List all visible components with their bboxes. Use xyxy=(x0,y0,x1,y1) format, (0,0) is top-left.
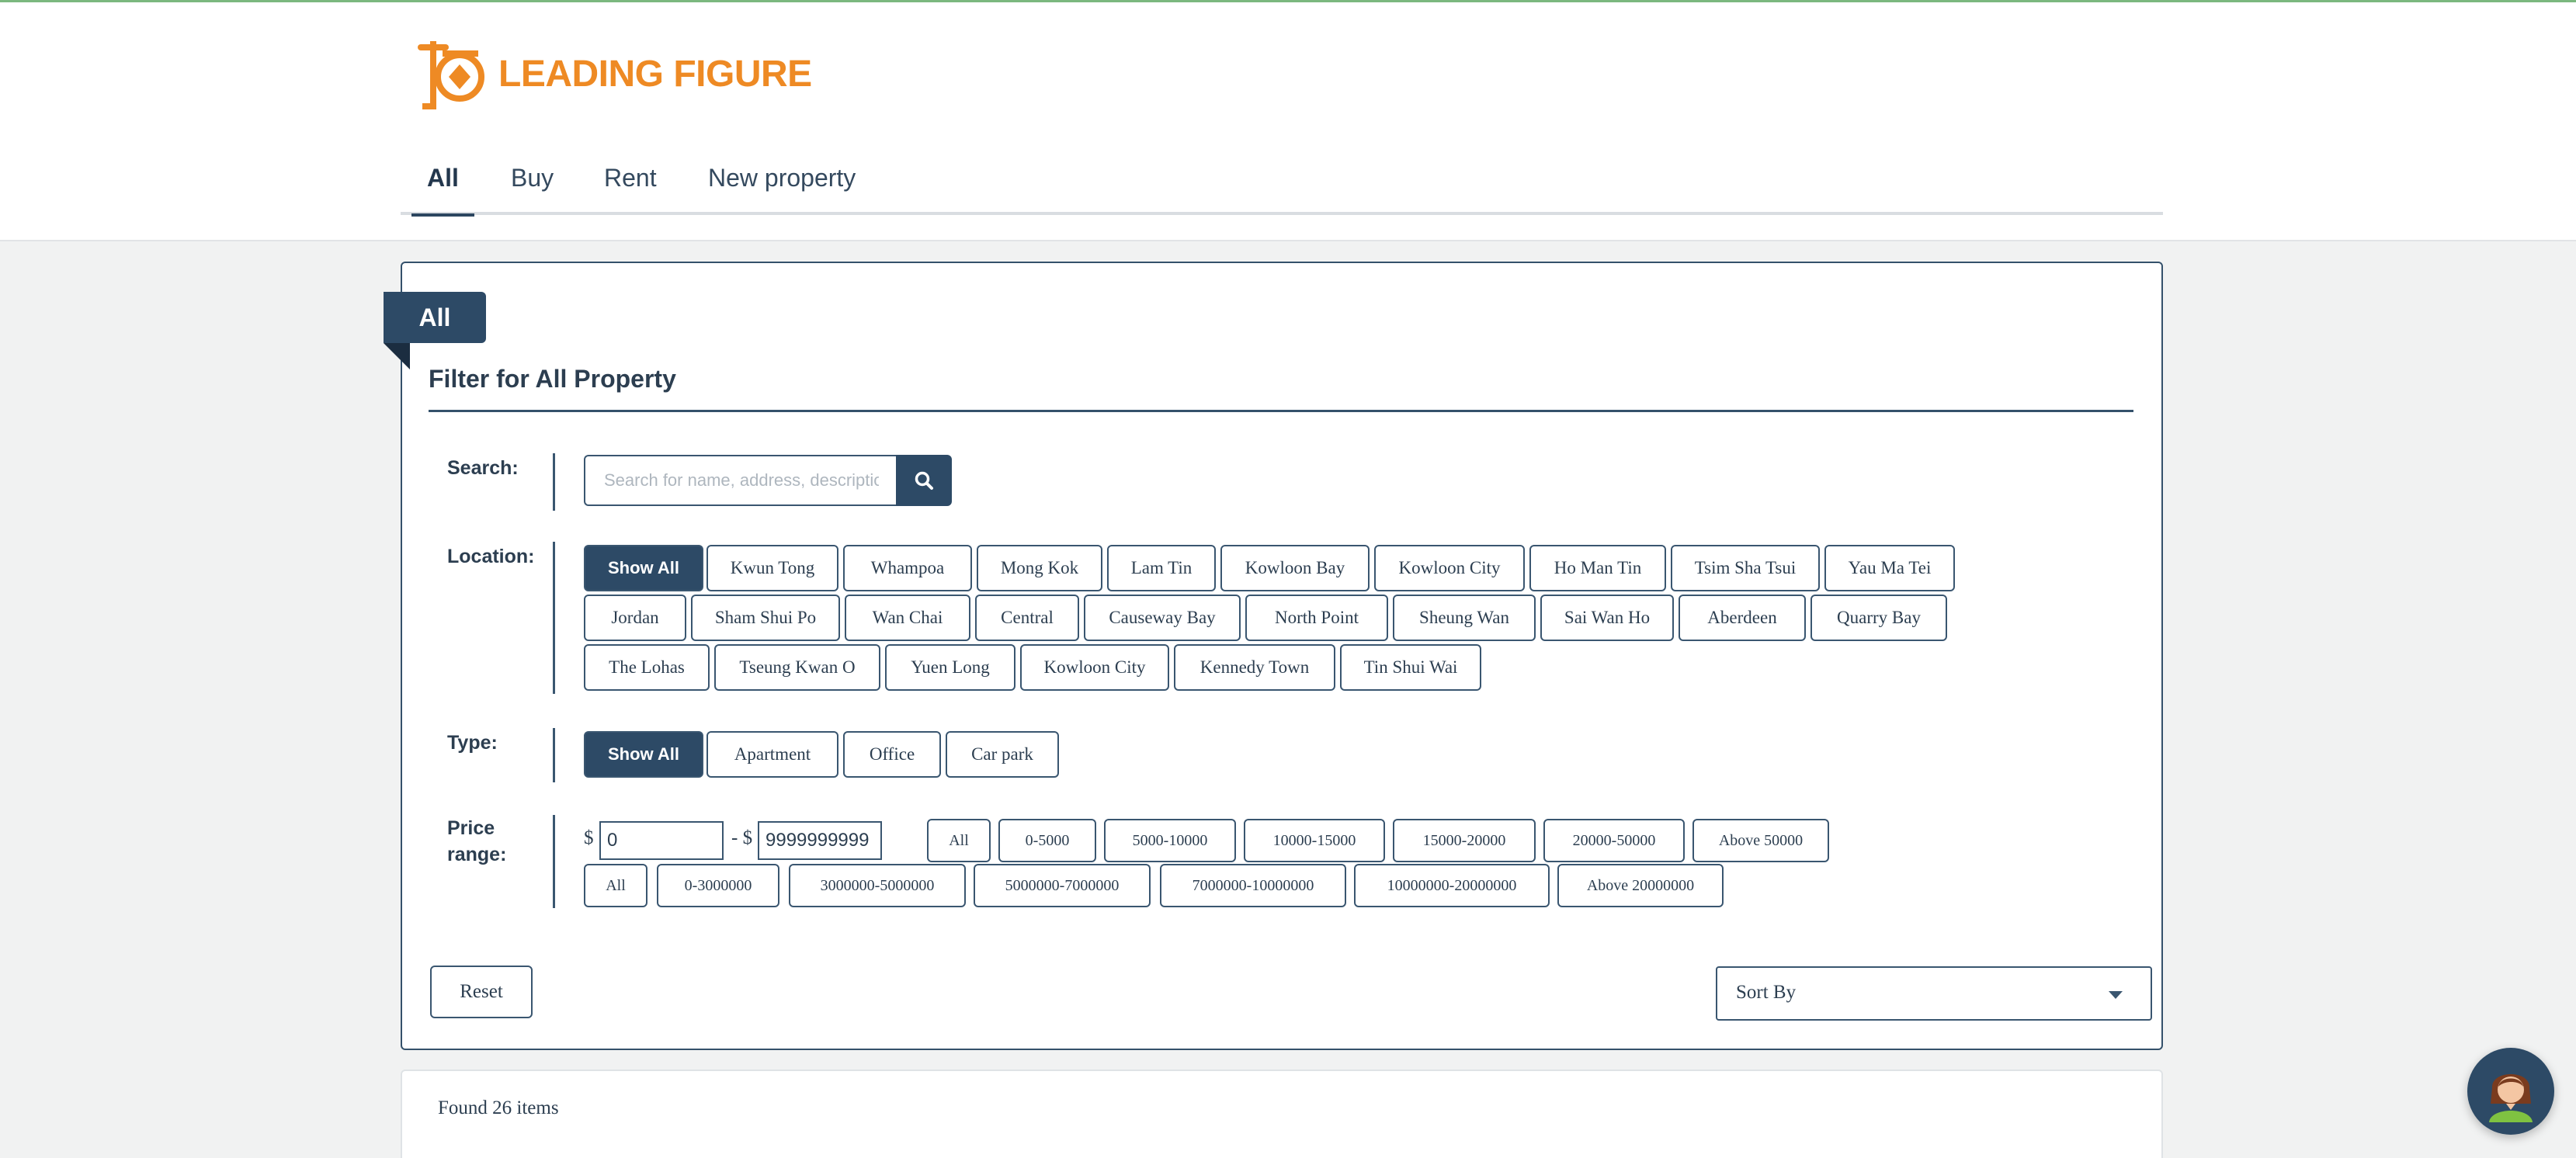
location-label: Location: xyxy=(447,546,535,567)
location-chip[interactable]: Lam Tin xyxy=(1107,545,1216,591)
location-chip[interactable]: Mong Kok xyxy=(977,545,1102,591)
buy-range-chip[interactable]: Above 20000000 xyxy=(1557,864,1724,907)
main-nav: All Buy Rent New property xyxy=(401,147,2163,217)
brand-name: LEADING FIGURE xyxy=(498,53,812,95)
type-divider xyxy=(553,728,555,782)
buy-range-chip[interactable]: 10000000-20000000 xyxy=(1354,864,1550,907)
location-chip[interactable]: Kowloon City xyxy=(1374,545,1525,591)
location-chip[interactable]: The Lohas xyxy=(584,644,710,691)
rent-range-chip[interactable]: 5000-10000 xyxy=(1104,819,1236,862)
type-label: Type: xyxy=(447,732,498,754)
filter-title: Filter for All Property xyxy=(429,365,676,393)
price-separator: - $ xyxy=(731,827,753,848)
sort-select-label: Sort By xyxy=(1736,982,1797,1003)
results-count: Found 26 items xyxy=(438,1097,559,1118)
price-max-input[interactable]: 9999999999 xyxy=(758,821,882,860)
location-chip[interactable]: Sheung Wan xyxy=(1393,595,1536,641)
location-chip[interactable]: Whampoa xyxy=(843,545,972,591)
title-divider xyxy=(429,410,2133,412)
buy-range-chip[interactable]: 7000000-10000000 xyxy=(1160,864,1346,907)
price-currency: $ xyxy=(584,827,594,848)
search-input[interactable] xyxy=(584,455,897,506)
location-chip[interactable]: Causeway Bay xyxy=(1084,595,1241,641)
location-chip[interactable]: Ho Man Tin xyxy=(1529,545,1666,591)
location-chip[interactable]: Jordan xyxy=(584,595,686,641)
sort-select[interactable]: Sort By xyxy=(1716,966,2152,1021)
location-chip[interactable]: Aberdeen xyxy=(1679,595,1806,641)
location-chip[interactable]: Show All xyxy=(584,545,703,591)
rent-range-chip[interactable]: 10000-15000 xyxy=(1244,819,1385,862)
rent-range-chip[interactable]: All xyxy=(927,819,991,862)
site-header: LEADING FIGURE All Buy Rent New property xyxy=(0,2,2576,241)
location-chip[interactable]: Central xyxy=(975,595,1079,641)
type-chip[interactable]: Car park xyxy=(946,731,1059,778)
tab-rent[interactable]: Rent xyxy=(604,164,657,212)
rent-range-chip[interactable]: 15000-20000 xyxy=(1393,819,1536,862)
location-divider xyxy=(553,542,555,694)
location-chip[interactable]: Tseung Kwan O xyxy=(714,644,880,691)
chevron-down-icon xyxy=(2109,991,2123,999)
location-chip[interactable]: Yau Ma Tei xyxy=(1824,545,1955,591)
search-button[interactable] xyxy=(896,455,952,506)
location-chip[interactable]: Kwun Tong xyxy=(706,545,838,591)
brand-logo-icon xyxy=(418,41,484,109)
type-chip[interactable]: Apartment xyxy=(706,731,838,778)
search-icon xyxy=(915,471,933,490)
location-chip[interactable]: Quarry Bay xyxy=(1810,595,1947,641)
chat-support-button[interactable] xyxy=(2467,1048,2554,1135)
location-chip[interactable]: Wan Chai xyxy=(845,595,970,641)
tab-buy[interactable]: Buy xyxy=(511,164,554,212)
buy-range-chip[interactable]: 5000000-7000000 xyxy=(974,864,1151,907)
buy-range-chip[interactable]: 3000000-5000000 xyxy=(789,864,966,907)
location-chip[interactable]: Yuen Long xyxy=(885,644,1015,691)
location-chip[interactable]: North Point xyxy=(1245,595,1388,641)
location-chip[interactable]: Sai Wan Ho xyxy=(1540,595,1674,641)
support-avatar-icon xyxy=(2489,1074,2533,1122)
location-chip[interactable]: Kennedy Town xyxy=(1174,644,1335,691)
tab-all[interactable]: All xyxy=(411,164,474,217)
rent-range-chip[interactable]: 0-5000 xyxy=(998,819,1096,862)
price-label: Price range: xyxy=(447,817,507,865)
reset-button[interactable]: Reset xyxy=(430,966,533,1018)
location-chip[interactable]: Kowloon City xyxy=(1020,644,1169,691)
rent-range-chip[interactable]: 20000-50000 xyxy=(1543,819,1685,862)
search-divider xyxy=(553,453,555,511)
location-chip[interactable]: Tin Shui Wai xyxy=(1340,644,1481,691)
filter-badge: All xyxy=(384,292,486,343)
location-chip[interactable]: Sham Shui Po xyxy=(691,595,840,641)
buy-range-chip[interactable]: 0-3000000 xyxy=(657,864,779,907)
tab-new-property[interactable]: New property xyxy=(708,164,856,212)
price-divider xyxy=(553,815,555,908)
results-panel xyxy=(401,1070,2163,1158)
search-label: Search: xyxy=(447,457,519,479)
buy-range-chip[interactable]: All xyxy=(584,864,647,907)
brand-logo[interactable]: LEADING FIGURE xyxy=(415,36,812,111)
type-chip[interactable]: Office xyxy=(843,731,941,778)
type-chip[interactable]: Show All xyxy=(584,731,703,778)
badge-fold xyxy=(384,343,410,369)
location-chip[interactable]: Kowloon Bay xyxy=(1220,545,1370,591)
price-min-input[interactable]: 0 xyxy=(599,821,724,860)
location-chip[interactable]: Tsim Sha Tsui xyxy=(1671,545,1820,591)
rent-range-chip[interactable]: Above 50000 xyxy=(1692,819,1829,862)
